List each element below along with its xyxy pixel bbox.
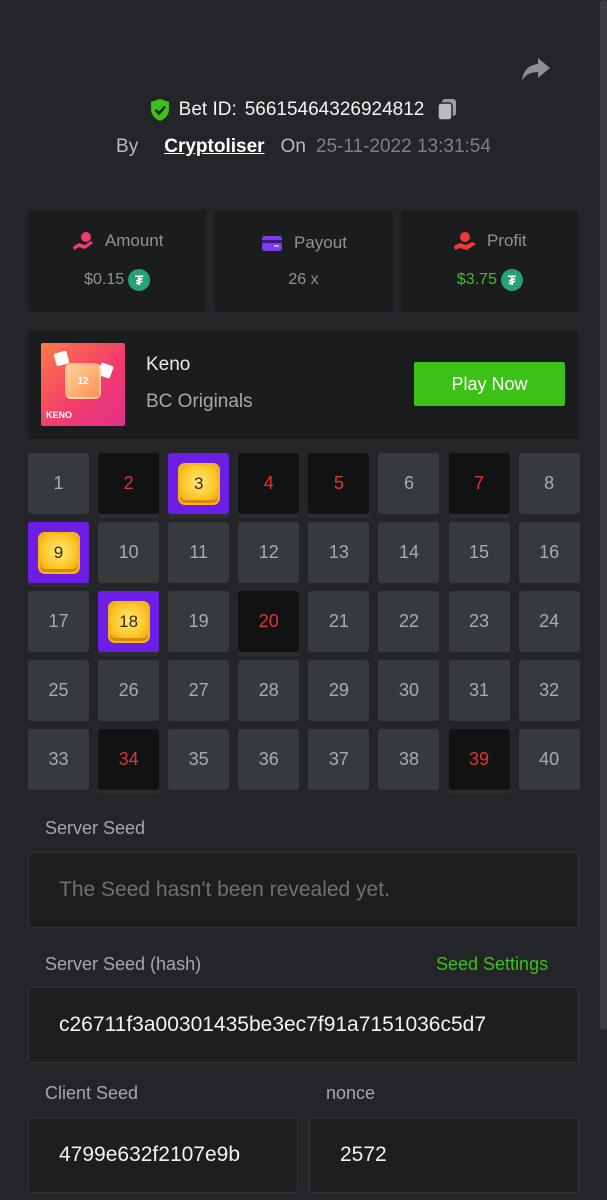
stat-profit: Profit $3.75 ₮ xyxy=(400,210,579,312)
bet-stats: Amount $0.15 ₮ Payout 26 x Profit $3.75 … xyxy=(28,210,579,312)
keno-cell[interactable]: 24 xyxy=(518,591,580,652)
verified-shield-icon xyxy=(150,99,169,121)
keno-cell[interactable]: 23 xyxy=(448,591,510,652)
keno-cell[interactable]: 17 xyxy=(28,591,89,652)
stat-payout: Payout 26 x xyxy=(214,210,393,312)
keno-cell[interactable]: 5 xyxy=(308,453,370,514)
gem-icon: 3 xyxy=(177,462,220,505)
keno-cell[interactable]: 28 xyxy=(238,660,300,721)
server-seed-hash-label: Server Seed (hash) xyxy=(45,954,202,974)
keno-board: 1 2 3 4 5 6 7 8 9 10 11 12 13 14 15 16 17 18 19 20 21 22 23 24 2… xyxy=(28,453,580,790)
nonce-label: nonce xyxy=(326,1083,376,1103)
keno-cell[interactable]: 11 xyxy=(168,522,230,583)
nonce-field[interactable]: 2572 xyxy=(309,1117,579,1193)
client-seed-field[interactable]: 4799e632f2107e9b xyxy=(28,1117,298,1193)
keno-cell[interactable]: 26 xyxy=(98,660,160,721)
game-name[interactable]: Keno xyxy=(146,354,190,376)
game-thumbnail[interactable]: 12 KENO xyxy=(41,343,125,426)
keno-cell[interactable]: 13 xyxy=(308,522,370,583)
tether-icon: ₮ xyxy=(500,269,523,291)
payout-label: Payout xyxy=(294,233,347,252)
keno-cell[interactable]: 3 xyxy=(168,453,230,514)
keno-cell[interactable]: 36 xyxy=(238,729,300,790)
keno-cell[interactable]: 7 xyxy=(448,453,510,514)
gem-icon: 9 xyxy=(37,531,80,574)
keno-cell[interactable]: 12 xyxy=(238,522,300,583)
keno-cell[interactable]: 6 xyxy=(378,453,440,514)
bet-datetime: 25-11-2022 13:31:54 xyxy=(315,136,491,157)
keno-cell[interactable]: 37 xyxy=(308,729,370,790)
bet-id-label: Bet ID: xyxy=(178,99,237,120)
share-icon[interactable] xyxy=(520,54,552,84)
keno-cell[interactable]: 31 xyxy=(448,660,510,721)
keno-cell[interactable]: 19 xyxy=(168,591,230,652)
keno-cell[interactable]: 8 xyxy=(518,453,580,514)
server-seed-field[interactable]: The Seed hasn't been revealed yet. xyxy=(28,852,579,928)
keno-cell[interactable]: 21 xyxy=(308,591,370,652)
keno-cell[interactable]: 18 xyxy=(98,591,160,652)
keno-cell[interactable]: 16 xyxy=(518,522,580,583)
wallet-icon xyxy=(262,236,283,251)
keno-cell[interactable]: 22 xyxy=(378,591,440,652)
keno-cell[interactable]: 9 xyxy=(28,522,89,583)
bet-id-row: Bet ID: 56615464326924812 xyxy=(0,96,607,124)
amount-icon xyxy=(72,232,93,250)
bet-id-value: 56615464326924812 xyxy=(244,99,425,120)
keno-cell[interactable]: 2 xyxy=(98,453,160,514)
server-seed-hash-field[interactable]: c26711f3a00301435be3ec7f91a7151036c5d7 xyxy=(28,987,579,1063)
keno-cell[interactable]: 20 xyxy=(238,591,300,652)
profit-label: Profit xyxy=(486,231,527,250)
profit-value: $3.75 xyxy=(456,271,497,288)
keno-cell[interactable]: 33 xyxy=(28,729,89,790)
keno-cell[interactable]: 40 xyxy=(518,729,580,790)
tether-icon: ₮ xyxy=(128,269,151,291)
by-label: By xyxy=(116,136,139,157)
keno-cell[interactable]: 38 xyxy=(378,729,440,790)
bet-meta-row: By Cryptoliser On 25-11-2022 13:31:54 xyxy=(0,134,607,160)
keno-cell[interactable]: 35 xyxy=(168,729,230,790)
keno-cell[interactable]: 4 xyxy=(238,453,300,514)
profit-icon xyxy=(453,232,476,250)
keno-cell[interactable]: 15 xyxy=(448,522,510,583)
keno-cell[interactable]: 39 xyxy=(448,729,510,790)
amount-value: $0.15 xyxy=(84,271,125,288)
keno-cell[interactable]: 25 xyxy=(28,660,89,721)
keno-cell[interactable]: 29 xyxy=(308,660,370,721)
keno-cell[interactable]: 10 xyxy=(98,522,160,583)
copy-icon[interactable] xyxy=(436,98,458,122)
client-seed-label: Client Seed xyxy=(45,1083,139,1103)
thumbnail-label: KENO xyxy=(46,410,73,420)
keno-cell[interactable]: 27 xyxy=(168,660,230,721)
keno-cell[interactable]: 34 xyxy=(98,729,160,790)
game-bar: 12 KENO Keno BC Originals Play Now xyxy=(28,330,579,439)
on-label: On xyxy=(280,136,306,157)
server-seed-label: Server Seed xyxy=(45,818,146,838)
stat-amount: Amount $0.15 ₮ xyxy=(28,210,207,312)
keno-cell[interactable]: 30 xyxy=(378,660,440,721)
seed-settings-link[interactable]: Seed Settings xyxy=(436,954,548,975)
keno-cell[interactable]: 1 xyxy=(28,453,89,514)
amount-label: Amount xyxy=(104,231,164,250)
keno-cell[interactable]: 14 xyxy=(378,522,440,583)
keno-cell[interactable]: 32 xyxy=(518,660,580,721)
username-link[interactable]: Cryptoliser xyxy=(164,136,264,158)
gem-icon: 18 xyxy=(107,600,150,643)
payout-value: 26 x xyxy=(288,271,319,288)
play-now-button[interactable]: Play Now xyxy=(414,362,565,406)
keno-cube-icon: 12 xyxy=(65,363,101,399)
game-provider: BC Originals xyxy=(146,391,253,412)
